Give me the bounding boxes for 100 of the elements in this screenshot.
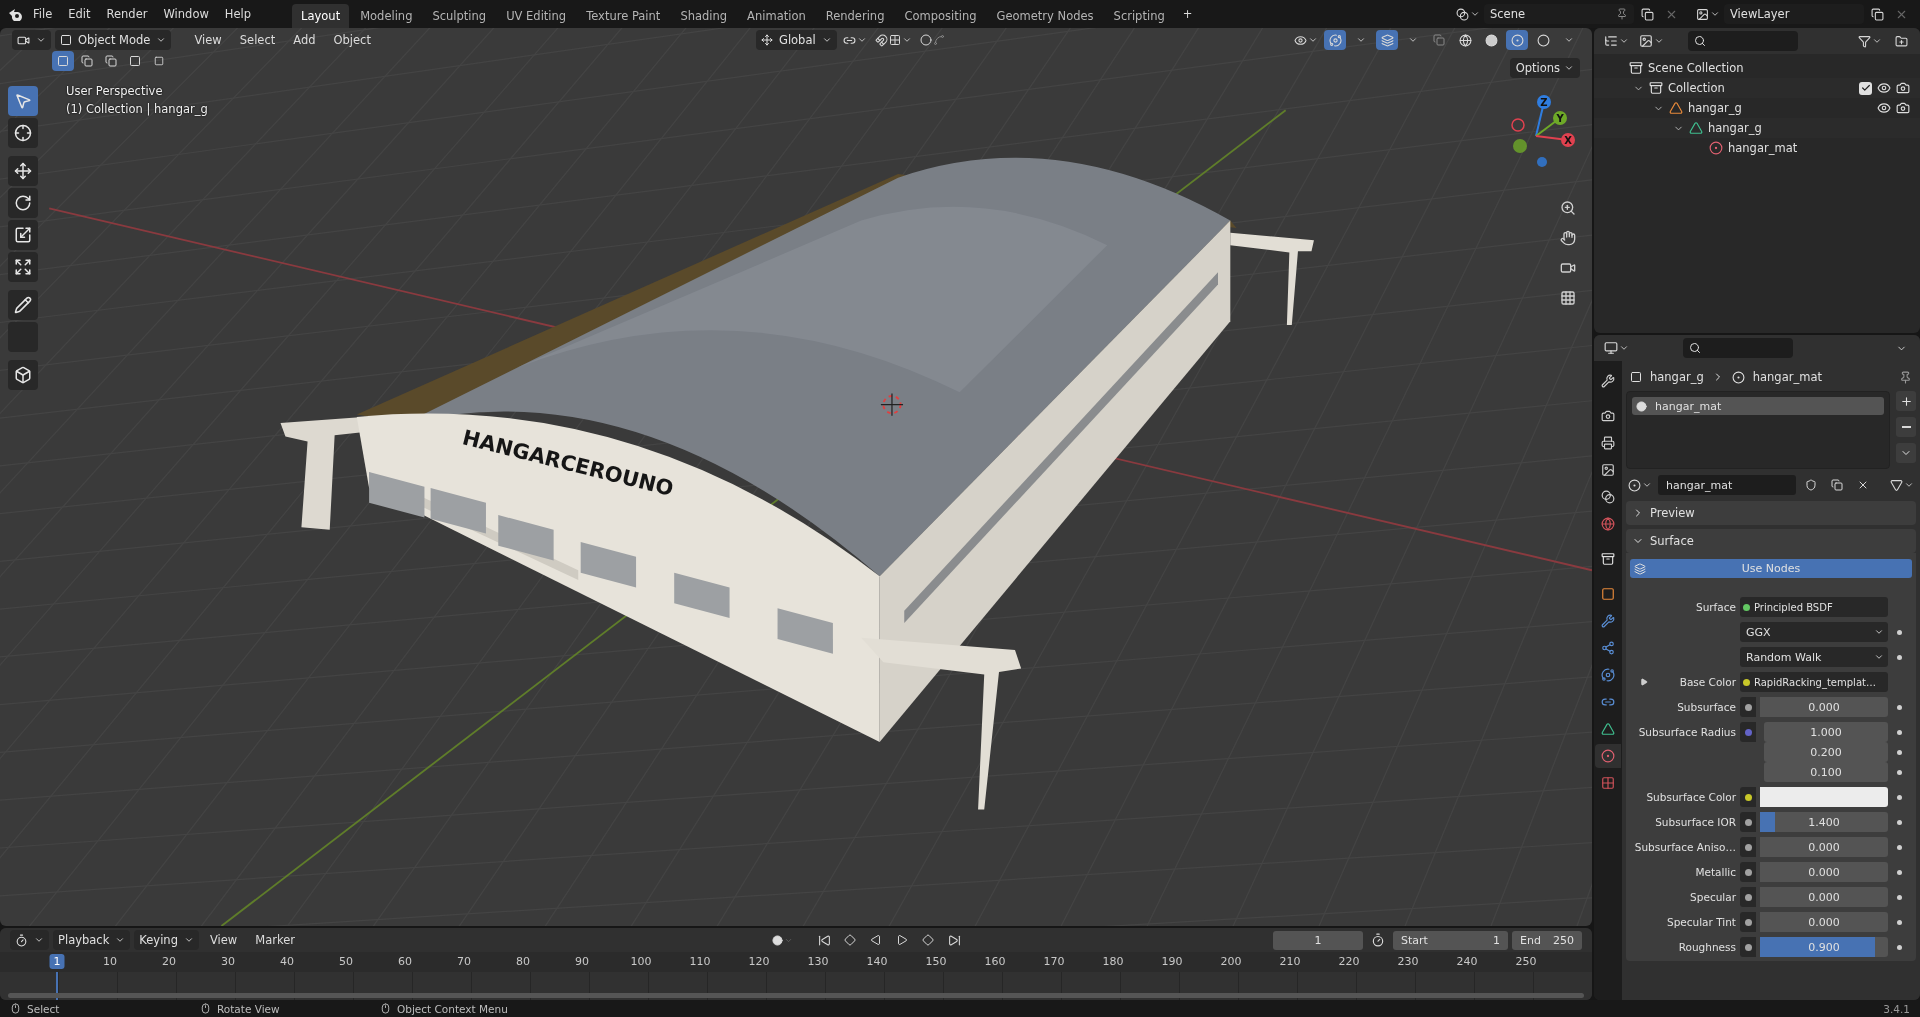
- viewport-info-text: User Perspective: [66, 84, 164, 98]
- property-label: Subsurface Aniso…: [1633, 840, 1736, 855]
- slider-field[interactable]: 0.000: [1760, 837, 1888, 857]
- property-label: Surface: [1695, 600, 1736, 615]
- workspace-tab[interactable]: Scripting: [1104, 4, 1174, 28]
- frame-number: 50: [338, 954, 355, 969]
- slider-field[interactable]: 0.900: [1760, 937, 1888, 957]
- frame-number: 180: [1101, 954, 1125, 969]
- tree-item-label[interactable]: Scene Collection: [1648, 61, 1744, 75]
- slider-field[interactable]: 0.000: [1760, 697, 1888, 717]
- use-nodes-button[interactable]: Use Nodes: [1630, 559, 1912, 578]
- panel-header[interactable]: Preview: [1626, 501, 1916, 525]
- workspace-tab[interactable]: Shading: [671, 4, 737, 28]
- frame-number: 20: [161, 954, 178, 969]
- property-label: Base Color: [1679, 676, 1736, 688]
- frame-number: 1: [49, 954, 65, 969]
- breadcrumb-item: hangar_g: [1650, 370, 1704, 384]
- menu-item[interactable]: Render: [99, 4, 155, 24]
- texture-link-field[interactable]: RapidRacking_templat…: [1740, 672, 1888, 692]
- frame-number: 90: [574, 954, 591, 969]
- version-text: 3.4.1: [1883, 1002, 1910, 1015]
- frame-number: 130: [806, 954, 830, 969]
- shader-link-field[interactable]: Principled BSDF: [1740, 597, 1888, 617]
- status-hint: Select: [27, 1002, 60, 1015]
- workspace-tab[interactable]: Animation: [738, 4, 815, 28]
- workspace-tab[interactable]: Geometry Nodes: [987, 4, 1103, 28]
- menu-item[interactable]: Help: [217, 4, 259, 24]
- orientation-dropdown[interactable]: Global: [755, 30, 837, 50]
- frame-number: 150: [924, 954, 948, 969]
- menu-item[interactable]: View: [187, 30, 229, 50]
- tree-item-label[interactable]: hangar_mat: [1728, 141, 1798, 155]
- menu-dropdown[interactable]: Keying: [134, 930, 199, 950]
- frame-number: 160: [983, 954, 1007, 969]
- frame-number: 250: [1514, 954, 1538, 969]
- tree-item-label[interactable]: hangar_g: [1708, 121, 1762, 135]
- frame-number: 120: [747, 954, 771, 969]
- current-frame-field[interactable]: 1: [1273, 930, 1363, 950]
- number-field[interactable]: 0.100: [1764, 762, 1888, 782]
- add-workspace-button[interactable]: +: [1175, 4, 1200, 24]
- menu-item[interactable]: Object: [326, 30, 378, 50]
- frame-number: 110: [688, 954, 712, 969]
- workspace-tab[interactable]: Modeling: [351, 4, 422, 28]
- frame-number: 10: [102, 954, 119, 969]
- frame-number: 40: [279, 954, 296, 969]
- material-name-field[interactable]: hangar_mat: [1658, 475, 1796, 495]
- scene-field[interactable]: Scene: [1484, 4, 1634, 24]
- slider-field[interactable]: 0.000: [1760, 862, 1888, 882]
- navigation-gizmo[interactable]: Z Y X: [1511, 95, 1575, 167]
- workspace-tab[interactable]: UV Editing: [497, 4, 576, 28]
- property-label: Roughness: [1677, 940, 1736, 955]
- workspace-tab[interactable]: Layout: [292, 4, 350, 28]
- slider-field[interactable]: 0.000: [1760, 887, 1888, 907]
- menu-item[interactable]: Window: [156, 4, 216, 24]
- viewport-info-text: (1) Collection | hangar_g: [66, 102, 208, 116]
- workspace-tab[interactable]: Compositing: [895, 4, 986, 28]
- property-label: Subsurface Color: [1645, 790, 1736, 805]
- frame-number: 210: [1278, 954, 1302, 969]
- menu-item[interactable]: Add: [286, 30, 323, 50]
- menu-item[interactable]: Marker: [248, 930, 302, 950]
- options-dropdown[interactable]: Options: [1509, 58, 1580, 78]
- property-label: Specular: [1689, 890, 1736, 905]
- frame-number: 230: [1396, 954, 1420, 969]
- property-label: Subsurface: [1676, 700, 1736, 715]
- number-field[interactable]: 1.000: [1764, 722, 1888, 742]
- frame-number: 200: [1219, 954, 1243, 969]
- workspace-tab[interactable]: Texture Paint: [577, 4, 670, 28]
- menu-item[interactable]: Select: [232, 30, 283, 50]
- number-field[interactable]: 0.200: [1764, 742, 1888, 762]
- property-label: Subsurface Radius: [1637, 725, 1736, 740]
- dropdown[interactable]: Random Walk: [1740, 647, 1888, 667]
- menu-item[interactable]: File: [26, 4, 60, 24]
- slider-field[interactable]: 0.000: [1760, 912, 1888, 932]
- frame-number: 80: [515, 954, 532, 969]
- end-frame-field[interactable]: End 250: [1512, 930, 1582, 950]
- frame-number: 140: [865, 954, 889, 969]
- status-hint: Object Context Menu: [397, 1002, 508, 1015]
- frame-number: 240: [1455, 954, 1479, 969]
- frame-number: 220: [1337, 954, 1361, 969]
- property-label: Metallic: [1694, 865, 1736, 880]
- menu-item[interactable]: View: [202, 930, 245, 950]
- property-label: Subsurface IOR: [1654, 815, 1736, 830]
- mode-dropdown[interactable]: Object Mode: [55, 30, 172, 50]
- frame-number: 190: [1160, 954, 1184, 969]
- material-slot[interactable]: hangar_mat: [1632, 397, 1884, 415]
- frame-number: 30: [220, 954, 237, 969]
- view-layer-field[interactable]: ViewLayer: [1724, 4, 1864, 24]
- tree-item-label[interactable]: Collection: [1668, 81, 1725, 95]
- workspace-tab[interactable]: Sculpting: [423, 4, 496, 28]
- frame-number: 170: [1042, 954, 1066, 969]
- menu-dropdown[interactable]: Playback: [53, 930, 131, 950]
- status-hint: Rotate View: [217, 1002, 280, 1015]
- panel-header[interactable]: Surface: [1626, 529, 1916, 553]
- breadcrumb-item: hangar_mat: [1752, 370, 1822, 384]
- frame-number: 70: [456, 954, 473, 969]
- workspace-tab[interactable]: Rendering: [816, 4, 894, 28]
- menu-item[interactable]: Edit: [61, 4, 98, 24]
- dropdown[interactable]: GGX: [1740, 622, 1888, 642]
- tree-item-label[interactable]: hangar_g: [1688, 101, 1742, 115]
- slider-field[interactable]: 1.400: [1760, 812, 1888, 832]
- start-frame-field[interactable]: Start 1: [1393, 930, 1508, 950]
